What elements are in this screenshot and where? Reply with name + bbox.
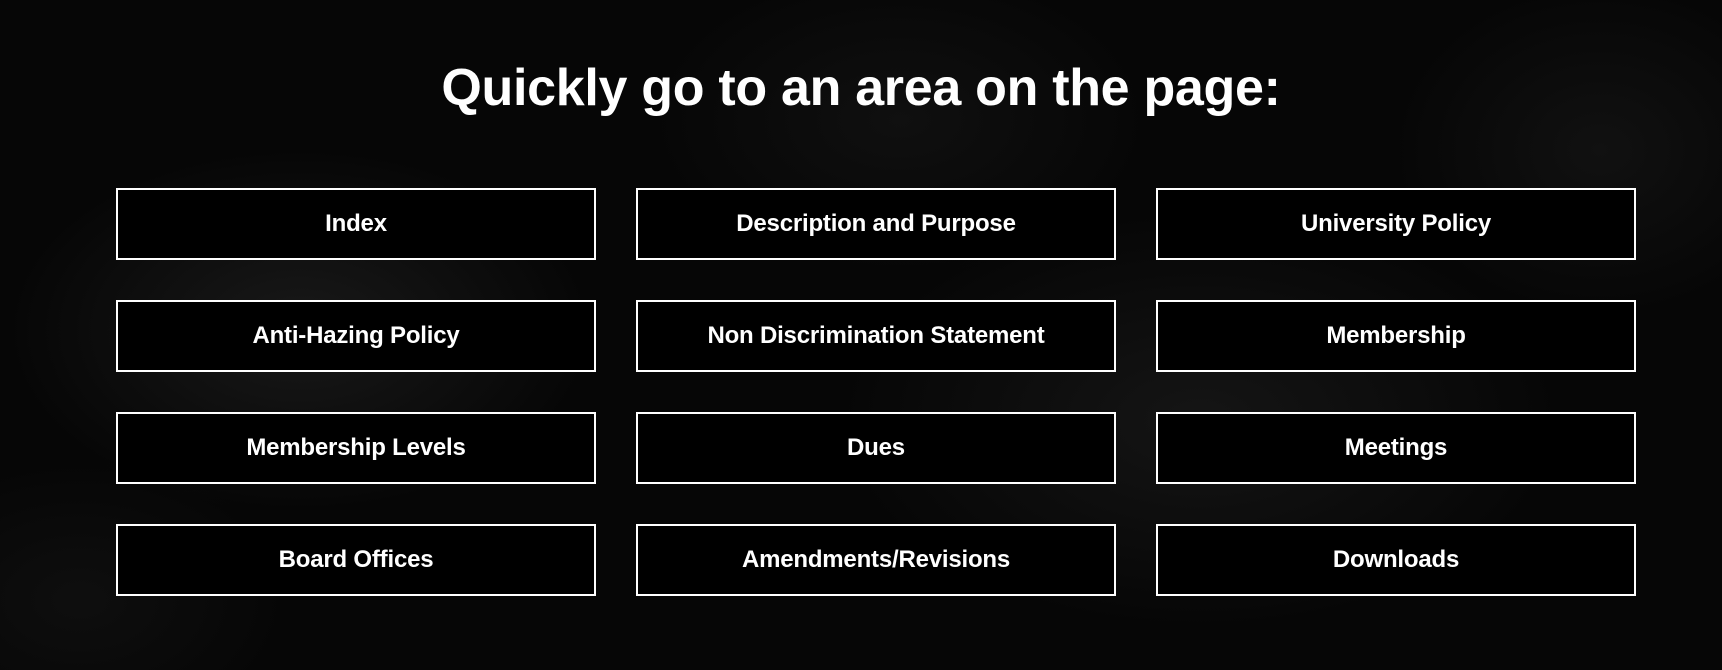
amendments-revisions-button[interactable]: Amendments/Revisions: [636, 524, 1116, 596]
downloads-button[interactable]: Downloads: [1156, 524, 1636, 596]
index-button[interactable]: Index: [116, 188, 596, 260]
quick-nav-grid: Index Description and Purpose University…: [116, 188, 1637, 596]
university-policy-button[interactable]: University Policy: [1156, 188, 1636, 260]
membership-levels-button[interactable]: Membership Levels: [116, 412, 596, 484]
board-offices-button[interactable]: Board Offices: [116, 524, 596, 596]
dues-button[interactable]: Dues: [636, 412, 1116, 484]
meetings-button[interactable]: Meetings: [1156, 412, 1636, 484]
description-and-purpose-button[interactable]: Description and Purpose: [636, 188, 1116, 260]
section-heading: Quickly go to an area on the page:: [441, 59, 1281, 117]
anti-hazing-policy-button[interactable]: Anti-Hazing Policy: [116, 300, 596, 372]
quick-navigation-section: Quickly go to an area on the page: Index…: [0, 0, 1722, 670]
membership-button[interactable]: Membership: [1156, 300, 1636, 372]
non-discrimination-statement-button[interactable]: Non Discrimination Statement: [636, 300, 1116, 372]
